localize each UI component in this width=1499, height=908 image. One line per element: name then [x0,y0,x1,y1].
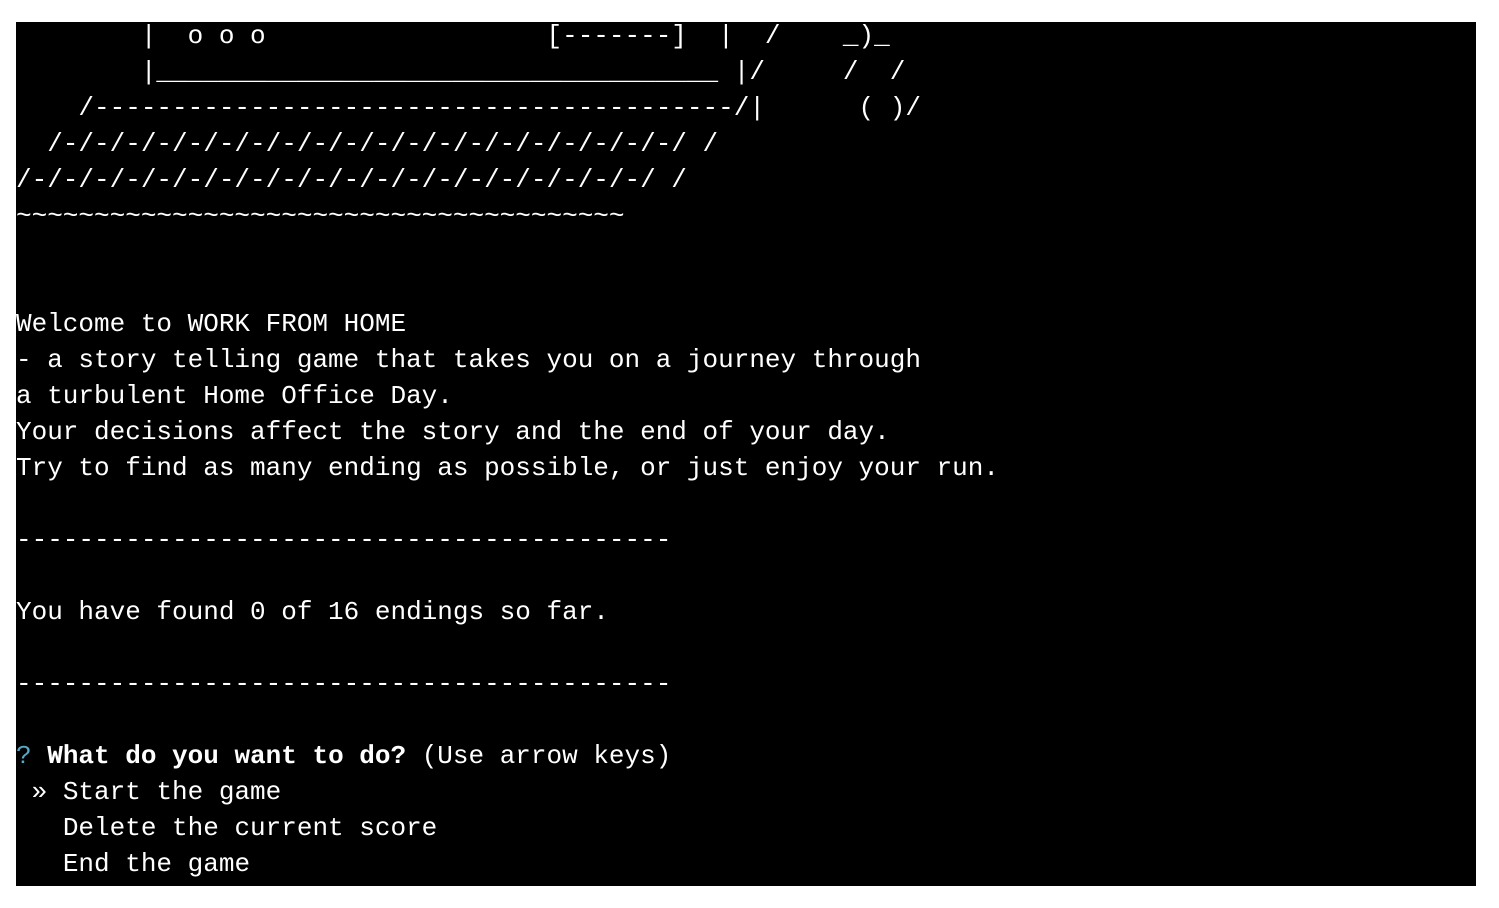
ascii-art-line: | o o o [-------] | / _)_ [16,22,890,51]
menu-prompt: ? What do you want to do? (Use arrow key… [16,738,671,774]
menu-option-end[interactable]: End the game [16,846,250,882]
separator: ----------------------------------------… [16,669,672,699]
menu-option-start[interactable]: » Start the game [16,774,282,810]
intro-title: Welcome to WORK FROM HOME [16,309,407,339]
separator: ----------------------------------------… [16,525,672,555]
ascii-art-line: /---------------------------------------… [16,93,921,123]
ascii-art-line: |____________________________________ |/… [16,57,906,87]
intro-line: Your decisions affect the story and the … [16,417,890,447]
terminal-window: | o o o [-------] | / _)_ |_____________… [16,22,1476,886]
ascii-art-line: ~~~~~~~~~~~~~~~~~~~~~~~~~~~~~~~~~~~~~~~ [16,201,625,231]
menu-option-label: Start the game [62,777,282,807]
selection-pointer-icon: » [31,777,48,807]
prompt-hint: (Use arrow keys) [421,741,672,771]
menu-option-label: Delete the current score [62,813,438,843]
ascii-art-line: /-/-/-/-/-/-/-/-/-/-/-/-/-/-/-/-/-/-/-/-… [16,165,687,195]
menu-option-label: End the game [62,849,251,879]
menu-option-delete-score[interactable]: Delete the current score [16,810,437,846]
intro-line: - a story telling game that takes you on… [16,345,921,375]
ascii-art-line: /-/-/-/-/-/-/-/-/-/-/-/-/-/-/-/-/-/-/-/-… [16,129,719,159]
intro-line: Try to find as many ending as possible, … [16,453,999,483]
intro-line: a turbulent Home Office Day. [16,381,453,411]
prompt-question-mark: ? [16,741,32,771]
score-text: You have found 0 of 16 endings so far. [16,597,609,627]
prompt-question: What do you want to do? [47,741,407,771]
